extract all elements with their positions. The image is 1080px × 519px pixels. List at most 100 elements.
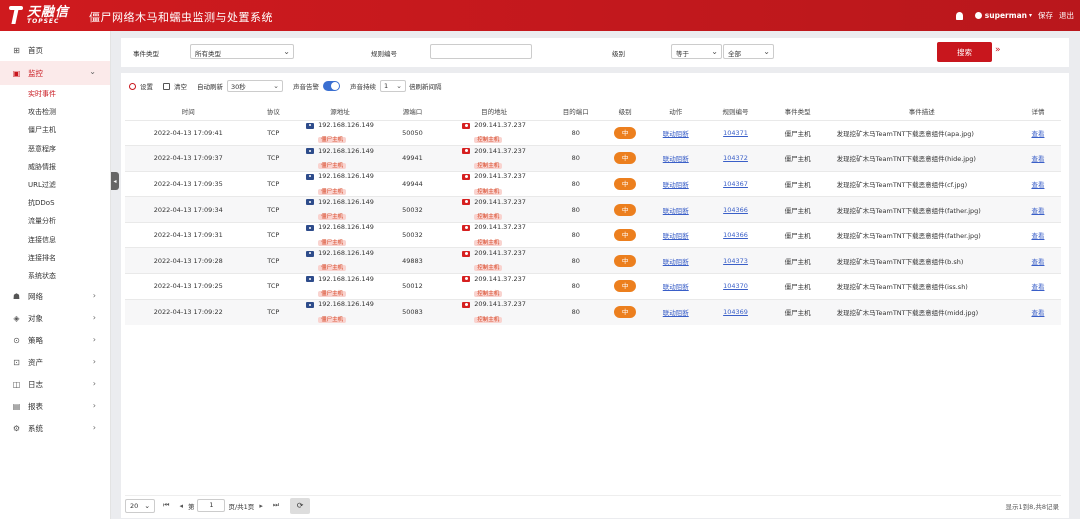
sidebar-subitem[interactable]: 威胁情报: [0, 158, 110, 176]
auto-refresh-select[interactable]: 30秒 ⌄: [227, 80, 283, 92]
sidebar-subitem[interactable]: URL过滤: [0, 176, 110, 194]
detail-link[interactable]: 查看: [1031, 130, 1044, 138]
event-type-select[interactable]: 所有类型 ⌄: [190, 44, 294, 59]
action-link[interactable]: 联动阻断: [663, 130, 689, 138]
source-cell: 192.168.126.149 僵尸主机: [295, 145, 385, 172]
sidebar-collapse-handle[interactable]: ◂: [111, 172, 119, 190]
destination-cell: 209.141.37.237 控制主机: [440, 145, 549, 172]
action-link[interactable]: 联动阻断: [663, 309, 689, 317]
page-input[interactable]: 1: [197, 499, 226, 512]
foreign-flag-icon: [462, 173, 471, 180]
sidebar-item-log[interactable]: ◫ 日志 ›: [0, 373, 110, 395]
destination-tag: 控制主机: [474, 214, 503, 221]
action-link[interactable]: 联动阻断: [663, 283, 689, 291]
rule-cell: 104369: [704, 298, 767, 325]
detail-link[interactable]: 查看: [1031, 207, 1044, 215]
foreign-flag-icon: [462, 302, 471, 309]
chevron-right-icon: ›: [92, 335, 96, 345]
clear-button[interactable]: 清空: [163, 81, 187, 91]
detail-link[interactable]: 查看: [1031, 283, 1044, 291]
detail-cell: 查看: [1014, 221, 1061, 248]
source-port-cell: 49941: [384, 145, 441, 172]
source-tag: 僵尸主机: [318, 265, 347, 272]
rule-link[interactable]: 104372: [723, 154, 748, 162]
time-cell: 2022-04-13 17:09:37: [125, 145, 252, 172]
sidebar-subitem[interactable]: 连接排名: [0, 249, 110, 267]
source-tag: 僵尸主机: [318, 137, 347, 144]
last-page-icon[interactable]: ⏭: [273, 501, 279, 510]
rule-input[interactable]: [430, 44, 532, 59]
prev-page-icon[interactable]: ◂: [179, 502, 183, 510]
action-link[interactable]: 联动阻断: [663, 181, 689, 189]
sound-duration-value: 1: [384, 82, 389, 90]
sidebar-item-home[interactable]: ⊞ 首页: [0, 39, 110, 61]
action-link[interactable]: 联动阻断: [663, 207, 689, 215]
search-button[interactable]: 搜索: [937, 42, 992, 62]
level-badge: 中: [614, 126, 637, 139]
destination-ip: 209.141.37.237: [474, 146, 526, 155]
destination-tag: 控制主机: [474, 162, 503, 169]
rule-link[interactable]: 104366: [723, 231, 748, 239]
source-ip: 192.168.126.149: [318, 121, 374, 130]
detail-link[interactable]: 查看: [1031, 232, 1044, 240]
rule-link[interactable]: 104370: [723, 282, 748, 290]
sidebar-subitem[interactable]: 系统状态: [0, 267, 110, 285]
sidebar-item-system[interactable]: ⚙ 系统 ›: [0, 417, 110, 439]
source-tag: 僵尸主机: [318, 290, 347, 297]
action-link[interactable]: 联动阻断: [663, 258, 689, 266]
sidebar-item-monitor[interactable]: ▣ 监控 ⌄: [0, 61, 110, 85]
sidebar-subitem[interactable]: 实时事件: [0, 85, 110, 103]
gear-icon: [129, 82, 136, 90]
sidebar-subitem[interactable]: 恶意程序: [0, 140, 110, 158]
rule-link[interactable]: 104366: [723, 206, 748, 214]
level-badge: 中: [614, 177, 637, 190]
user-menu[interactable]: superman ▾: [969, 11, 1032, 20]
sidebar-item-object[interactable]: ◈ 对象 ›: [0, 307, 110, 329]
sidebar-subitem[interactable]: 抗DDoS: [0, 194, 110, 212]
sidebar-item-network[interactable]: ☗ 网络 ›: [0, 285, 110, 307]
sidebar-item-report[interactable]: ▤ 报表 ›: [0, 395, 110, 417]
detail-link[interactable]: 查看: [1031, 258, 1044, 266]
action-link[interactable]: 联动阻断: [663, 232, 689, 240]
sidebar-subitem[interactable]: 攻击检测: [0, 103, 110, 121]
protocol-cell: TCP: [251, 119, 296, 146]
sidebar-subitem[interactable]: 流量分析: [0, 212, 110, 230]
sidebar-item-asset[interactable]: ⊡ 资产 ›: [0, 351, 110, 373]
refresh-icon[interactable]: ⟳: [290, 497, 311, 514]
bell-icon[interactable]: [955, 11, 963, 20]
table-row: 2022-04-13 17:09:41 TCP 192.168.126.149 僵尸主…: [125, 119, 1061, 146]
detail-link[interactable]: 查看: [1031, 309, 1044, 317]
page-size-select[interactable]: 20 ⌄: [125, 498, 156, 513]
detail-link[interactable]: 查看: [1031, 181, 1044, 189]
rule-link[interactable]: 104367: [723, 180, 748, 188]
action-cell: 联动阻断: [647, 119, 705, 146]
rule-cell: 104373: [704, 247, 767, 274]
destination-port-cell: 80: [548, 221, 604, 248]
column-header: 规则编号: [722, 107, 749, 116]
settings-button[interactable]: 设置: [129, 81, 153, 91]
logout-button[interactable]: 退出: [1059, 10, 1074, 21]
rule-link[interactable]: 104373: [723, 257, 748, 265]
first-page-icon[interactable]: ⏮: [163, 501, 169, 510]
sidebar-subitem[interactable]: 连接信息: [0, 231, 110, 249]
rule-link[interactable]: 104369: [723, 308, 748, 316]
level-value-select[interactable]: 全部 ⌄: [723, 44, 774, 59]
save-button[interactable]: 保存: [1038, 10, 1053, 21]
sound-alert-toggle[interactable]: [323, 81, 340, 91]
sound-duration-select[interactable]: 1 ⌄: [380, 80, 406, 92]
table-row: 2022-04-13 17:09:34 TCP 192.168.126.149 僵尸主…: [125, 196, 1061, 223]
sidebar-subitem[interactable]: 僵尸主机: [0, 121, 110, 139]
destination-cell: 209.141.37.237 控制主机: [440, 119, 549, 146]
action-link[interactable]: 联动阻断: [663, 155, 689, 163]
rule-link[interactable]: 104371: [723, 129, 748, 137]
column-header: 级别: [618, 107, 632, 116]
detail-link[interactable]: 查看: [1031, 155, 1044, 163]
event-type-cell: 僵尸主机: [766, 247, 829, 274]
source-tag: 僵尸主机: [318, 188, 347, 195]
level-operator-select[interactable]: 等于 ⌄: [671, 44, 722, 59]
destination-cell: 209.141.37.237 控制主机: [440, 170, 549, 197]
next-page-icon[interactable]: ▸: [259, 502, 263, 510]
protocol-cell: TCP: [251, 298, 296, 325]
sidebar-item-policy[interactable]: ⊙ 策略 ›: [0, 329, 110, 351]
expand-filter-icon[interactable]: »: [995, 45, 1001, 55]
